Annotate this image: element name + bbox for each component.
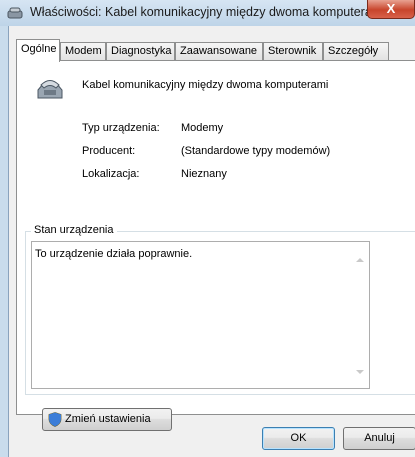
manufacturer-label: Producent: <box>82 145 136 157</box>
device-type-label: Typ urządzenia: <box>82 122 160 134</box>
modem-icon <box>7 7 23 19</box>
cancel-button[interactable]: Anuluj <box>343 427 415 450</box>
manufacturer-value: (Standardowe typy modemów) <box>181 145 331 157</box>
tab-advanced[interactable]: Zaawansowane <box>175 42 263 61</box>
location-value: Nieznany <box>181 168 227 180</box>
ok-button[interactable]: OK <box>262 427 335 450</box>
modem-phone-icon <box>37 80 63 99</box>
scroll-up-arrow-icon[interactable] <box>356 258 364 262</box>
device-status-label: Stan urządzenia <box>31 224 117 236</box>
device-status-textbox[interactable]: To urządzenie działa poprawnie. <box>31 241 370 389</box>
device-name: Kabel komunikacyjny między dwoma kompute… <box>82 79 329 91</box>
uac-shield-icon <box>48 412 62 427</box>
tab-driver[interactable]: Sterownik <box>263 42 323 61</box>
tab-details[interactable]: Szczegóły <box>323 42 389 61</box>
tab-general[interactable]: Ogólne <box>16 39 60 62</box>
tab-diagnostics[interactable]: Diagnostyka <box>106 42 175 61</box>
location-label: Lokalizacja: <box>82 168 140 180</box>
tab-modem[interactable]: Modem <box>60 42 106 61</box>
dialog-client-area: Ogólne Modem Diagnostyka Zaawansowane St… <box>8 26 415 457</box>
change-settings-button[interactable]: Zmień ustawienia <box>42 408 172 431</box>
close-button[interactable]: X <box>367 0 415 19</box>
properties-dialog: Właściwości: Kabel komunikacyjny między … <box>0 0 415 457</box>
device-type-value: Modemy <box>181 122 224 134</box>
change-settings-label: Zmień ustawienia <box>65 413 151 425</box>
device-status-text: To urządzenie działa poprawnie. <box>35 248 193 260</box>
scroll-down-arrow-icon[interactable] <box>356 370 364 374</box>
window-title: Właściwości: Kabel komunikacyjny między … <box>30 5 385 19</box>
title-bar[interactable]: Właściwości: Kabel komunikacyjny między … <box>0 0 415 26</box>
status-scrollbar[interactable] <box>352 242 369 388</box>
